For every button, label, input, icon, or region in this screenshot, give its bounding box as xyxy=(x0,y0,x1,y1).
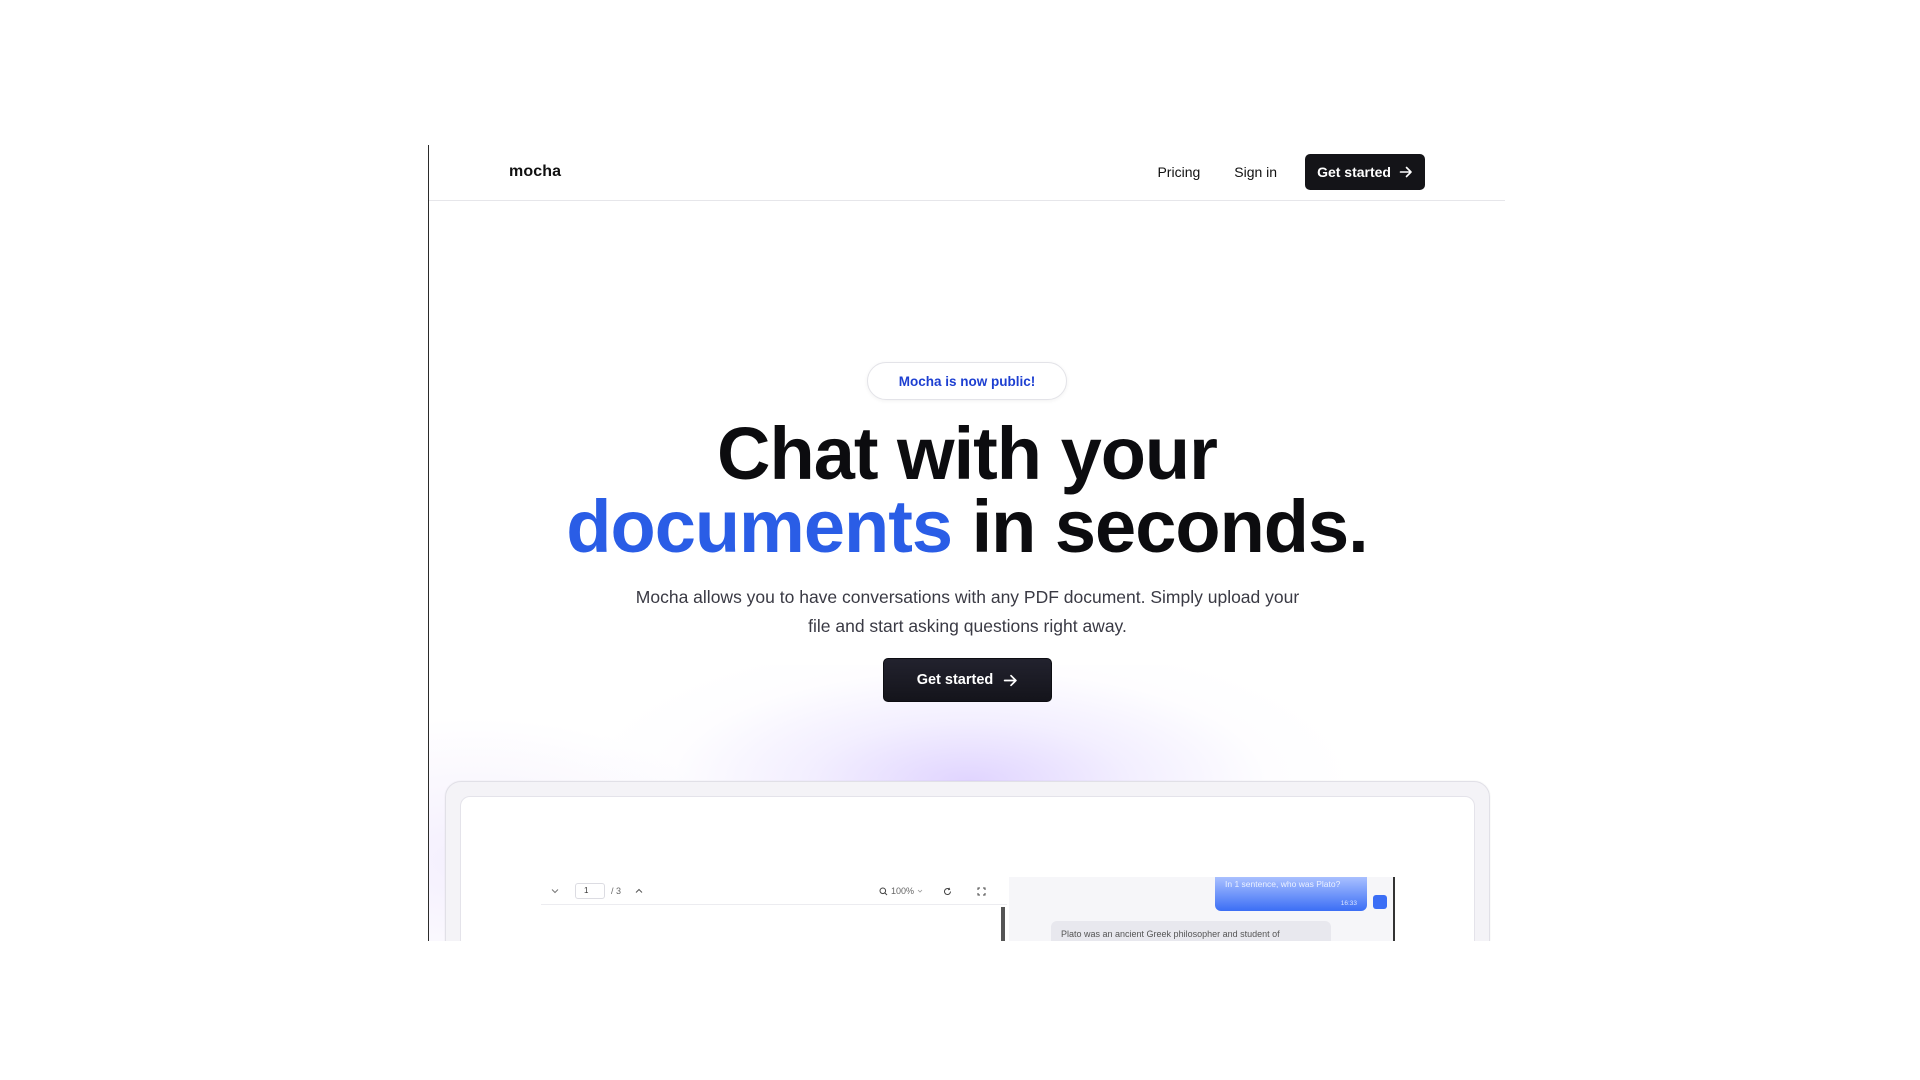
fullscreen-icon[interactable] xyxy=(977,883,986,899)
hero-title-line-1: Chat with your xyxy=(717,412,1218,495)
hero-subtitle-line-1: Mocha allows you to have conversations w… xyxy=(635,587,1300,607)
hero-title-accent: documents xyxy=(566,485,953,568)
hero-title-line-2: documents in seconds. xyxy=(429,490,1505,564)
hero-subtitle-line-2: file and start asking questions right aw… xyxy=(808,616,1127,636)
arrow-right-icon xyxy=(1399,165,1413,179)
logo[interactable]: mocha xyxy=(509,163,561,181)
page-number-value: 1 xyxy=(575,883,605,899)
user-message-text: In 1 sentence, who was Plato? xyxy=(1225,879,1341,889)
zoom-icon xyxy=(879,887,888,895)
hero-get-started-label: Get started xyxy=(916,672,994,688)
product-preview-frame: 1 / 3 100% In 1 sentence, who was Plato?… xyxy=(445,781,1490,941)
chat-pane: In 1 sentence, who was Plato? 16:33 Plat… xyxy=(1009,877,1395,941)
top-navigation-bar: mocha Pricing Sign in Get started xyxy=(429,145,1505,201)
nav-get-started-button[interactable]: Get started xyxy=(1305,154,1425,190)
announcement-badge[interactable]: Mocha is now public! xyxy=(867,362,1067,400)
nav-get-started-label: Get started xyxy=(1317,164,1391,180)
page-number-input[interactable]: 1 xyxy=(575,883,605,899)
user-message-bubble: In 1 sentence, who was Plato? 16:33 xyxy=(1215,877,1367,911)
nav-pricing-link[interactable]: Pricing xyxy=(1143,154,1214,190)
arrow-right-icon xyxy=(1003,673,1018,688)
product-preview-screen: 1 / 3 100% In 1 sentence, who was Plato?… xyxy=(460,796,1475,941)
zoom-control[interactable]: 100% xyxy=(879,883,923,899)
page-total: / 3 xyxy=(611,886,622,896)
user-message-time: 16:33 xyxy=(1340,900,1357,907)
bot-message-text: Plato was an ancient Greek philosopher a… xyxy=(1061,929,1280,939)
pdf-toolbar: 1 / 3 100% xyxy=(541,877,1007,905)
user-avatar-icon xyxy=(1373,895,1387,909)
chevron-up-icon[interactable] xyxy=(635,883,643,899)
hero-title-rest: in seconds. xyxy=(952,485,1369,568)
browser-viewport: mocha Pricing Sign in Get started Mocha … xyxy=(428,145,1505,941)
bot-message-bubble: Plato was an ancient Greek philosopher a… xyxy=(1051,921,1331,941)
rotate-icon[interactable] xyxy=(943,883,952,899)
chevron-down-icon[interactable] xyxy=(551,883,559,899)
nav-sign-in-link[interactable]: Sign in xyxy=(1220,154,1291,190)
nav-links: Pricing Sign in Get started xyxy=(1143,154,1425,190)
pdf-scrollbar[interactable] xyxy=(1001,907,1005,941)
hero-get-started-button[interactable]: Get started xyxy=(883,658,1052,702)
hero-subtitle: Mocha allows you to have conversations w… xyxy=(579,583,1356,641)
zoom-level: 100% xyxy=(891,886,915,896)
